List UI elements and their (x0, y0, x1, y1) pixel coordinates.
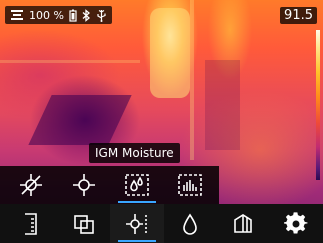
main-toolbar (0, 204, 323, 243)
bluetooth-icon (82, 8, 91, 22)
temperature-color-scale (316, 30, 320, 180)
thermal-camera-screen: 100 % 91.5 IGM Moisture (0, 0, 323, 243)
max-temperature-readout: 91.5 (280, 7, 317, 24)
cool-panel (205, 60, 240, 150)
measurement-submenu (0, 166, 219, 204)
submenu-crosshair[interactable] (57, 166, 111, 204)
hot-window-frame (150, 8, 190, 98)
spot-measure-icon (126, 213, 147, 234)
mode-tooltip: IGM Moisture (89, 143, 180, 163)
storage-icon (10, 9, 24, 21)
submenu-crosshair-off[interactable] (4, 166, 58, 204)
layers-icon (74, 214, 94, 234)
submenu-histogram[interactable] (163, 166, 217, 204)
palette-icon (234, 213, 252, 233)
toolbar-layers[interactable] (57, 204, 111, 243)
toolbar-settings[interactable] (269, 204, 323, 243)
gallery-icon (25, 212, 37, 235)
usb-icon (96, 9, 107, 22)
door-frame-edge (190, 0, 194, 160)
settings-gear-icon (284, 211, 308, 234)
submenu-igm-moisture[interactable] (110, 166, 164, 204)
toolbar-water[interactable] (163, 204, 217, 243)
histogram-frame-icon (178, 174, 202, 196)
status-bar: 100 % (5, 6, 112, 24)
toolbar-spot-measure[interactable] (110, 204, 164, 243)
cold-region (28, 95, 132, 145)
toolbar-gallery[interactable] (4, 204, 58, 243)
wall-edge (0, 60, 140, 63)
battery-icon (69, 9, 77, 22)
crosshair-icon (73, 174, 95, 196)
moisture-frame-icon (125, 174, 149, 196)
toolbar-palette[interactable] (216, 204, 270, 243)
water-drop-icon (183, 213, 197, 235)
crosshair-off-icon (20, 174, 42, 196)
battery-percent: 100 % (29, 8, 64, 22)
